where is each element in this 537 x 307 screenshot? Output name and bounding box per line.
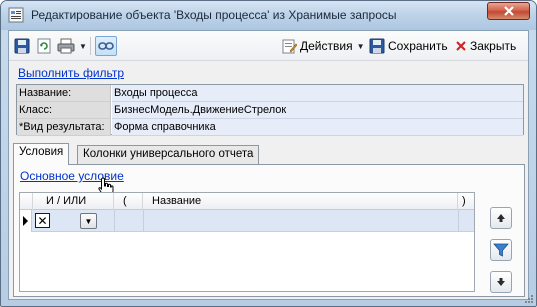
- header-indicator: [20, 193, 33, 210]
- print-button[interactable]: ▼: [57, 36, 87, 56]
- cell-divider: [458, 210, 459, 232]
- current-row-arrow-icon: [23, 216, 28, 226]
- tab-report-columns[interactable]: Колонки универсального отчета: [77, 145, 260, 164]
- conditions-grid: И / ИЛИ ( Название ) ✕ ▼: [19, 192, 475, 292]
- table-row[interactable]: ✕ ▼: [20, 210, 474, 232]
- conditions-tab-page: Основное условие И / ИЛИ ( Название ) ✕ …: [13, 164, 525, 297]
- resize-grip-icon[interactable]: [524, 294, 534, 304]
- grid-header: И / ИЛИ ( Название ): [20, 193, 474, 210]
- chevron-down-icon: ▼: [356, 41, 365, 51]
- property-label: Класс:: [17, 102, 111, 119]
- save-icon-button[interactable]: [14, 36, 30, 56]
- printer-icon: [57, 38, 75, 54]
- move-up-icon: [497, 214, 505, 222]
- floppy-disk-icon: [369, 38, 385, 54]
- save-button[interactable]: Сохранить: [369, 36, 448, 56]
- property-row-name: Название: Входы процесса: [17, 85, 523, 102]
- window-title: Редактирование объекта 'Входы процесса' …: [31, 8, 397, 22]
- property-row-class: Класс: БизнесМодель.ДвижениеСтрелок: [17, 102, 523, 119]
- properties-grid: Название: Входы процесса Класс: БизнесМо…: [16, 84, 524, 136]
- editor-window: Редактирование объекта 'Входы процесса' …: [0, 0, 537, 307]
- row-checkbox[interactable]: ✕: [35, 213, 50, 228]
- window-close-button[interactable]: [487, 2, 530, 20]
- client-area: ▼ Действия ▼ Сохранить Закрыть Выполнить…: [8, 30, 529, 300]
- cell-divider: [143, 210, 144, 232]
- move-down-icon: [497, 278, 505, 286]
- run-filter-link[interactable]: Выполнить фильтр: [18, 66, 124, 80]
- property-value-class[interactable]: БизнесМодель.ДвижениеСтрелок: [112, 102, 523, 119]
- tab-conditions[interactable]: Условия: [13, 143, 70, 165]
- close-label: Закрыть: [470, 39, 517, 53]
- property-label: *Вид результата:: [17, 119, 111, 136]
- close-icon: [503, 6, 514, 16]
- close-icon: [456, 41, 466, 51]
- property-value-result-type[interactable]: Форма справочника: [112, 119, 523, 136]
- move-down-button[interactable]: [490, 271, 512, 293]
- and-or-dropdown-button[interactable]: ▼: [80, 213, 97, 229]
- toolbar-divider: [90, 37, 91, 55]
- chevron-down-icon: ▼: [79, 41, 87, 51]
- property-value-name[interactable]: Входы процесса: [112, 85, 523, 102]
- close-button[interactable]: Закрыть: [455, 36, 516, 56]
- chevron-down-icon: ▼: [84, 216, 93, 226]
- toolbar: ▼ Действия ▼ Сохранить Закрыть: [9, 31, 528, 61]
- floppy-disk-icon: [14, 38, 30, 54]
- filter-icon: [493, 243, 509, 257]
- property-label: Название:: [17, 85, 111, 102]
- move-up-button[interactable]: [490, 207, 512, 229]
- edit-document-icon: [282, 39, 297, 54]
- title-bar[interactable]: Редактирование объекта 'Входы процесса' …: [1, 1, 536, 30]
- refresh-icon: [37, 38, 51, 54]
- property-row-result-type: *Вид результата: Форма справочника: [17, 119, 523, 136]
- header-close-paren[interactable]: ): [458, 193, 475, 210]
- header-open-paren[interactable]: (: [114, 193, 143, 210]
- header-name[interactable]: Название: [143, 193, 458, 210]
- actions-menu-button[interactable]: Действия ▼: [281, 36, 365, 56]
- tab-strip: Условия Колонки универсального отчета: [13, 143, 525, 165]
- link-toggle-button[interactable]: [95, 36, 117, 56]
- app-icon: [8, 7, 24, 23]
- actions-label: Действия: [300, 39, 353, 53]
- save-label: Сохранить: [388, 39, 448, 53]
- filter-button[interactable]: [490, 239, 512, 261]
- refresh-button[interactable]: [36, 36, 52, 56]
- link-icon: [98, 42, 114, 50]
- row-indicator: [20, 210, 32, 232]
- header-and-or[interactable]: И / ИЛИ: [33, 193, 114, 210]
- cell-divider: [114, 210, 115, 232]
